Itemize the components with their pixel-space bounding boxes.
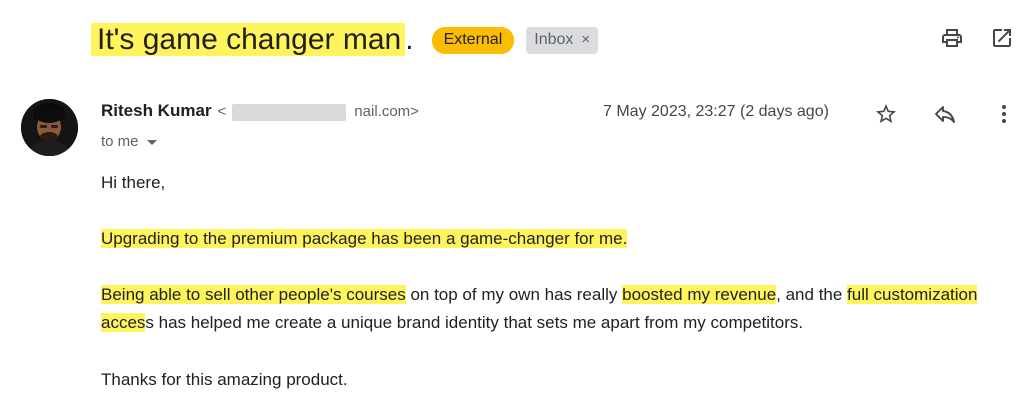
reply-icon[interactable] bbox=[933, 102, 957, 126]
body-greeting: Hi there, bbox=[101, 173, 166, 192]
print-icon[interactable] bbox=[940, 26, 964, 50]
subject-highlight: It's game changer man bbox=[91, 23, 406, 56]
highlight-1: Upgrading to the premium package has bee… bbox=[101, 229, 628, 248]
avatar-image bbox=[21, 99, 78, 156]
more-vert-icon[interactable] bbox=[992, 102, 1016, 126]
to-me-text: to me bbox=[101, 133, 139, 150]
para2-text-1: on top of my own has really bbox=[405, 285, 623, 304]
inbox-label-text: Inbox bbox=[534, 30, 574, 48]
inbox-label[interactable]: Inbox × bbox=[526, 26, 599, 54]
open-in-new-window-icon[interactable] bbox=[990, 26, 1014, 50]
remove-label-icon[interactable]: × bbox=[581, 30, 590, 50]
sender-email-open: < bbox=[217, 103, 227, 120]
sender-email-domain: nail.com> bbox=[354, 103, 419, 120]
para2-text-2: , and the bbox=[776, 285, 848, 304]
body-closing: Thanks for this amazing product. bbox=[101, 370, 348, 389]
subject-row: It's game changer man. External Inbox × bbox=[91, 20, 599, 60]
body-paragraph-1: Upgrading to the premium package has bee… bbox=[101, 225, 1011, 253]
sender-avatar[interactable] bbox=[21, 99, 78, 156]
sender-name[interactable]: Ritesh Kumar bbox=[101, 101, 212, 121]
para2-text-3: s has helped me create a unique brand id… bbox=[145, 313, 804, 332]
sender-row: Ritesh Kumar < nail.com> bbox=[101, 101, 419, 121]
chevron-down-icon bbox=[146, 140, 157, 145]
highlight-3: boosted my revenue bbox=[622, 285, 777, 304]
email-redaction-bar bbox=[231, 104, 346, 121]
thread-actions bbox=[940, 26, 1014, 50]
highlight-2: Being able to sell other people's course… bbox=[101, 285, 406, 304]
message-date: 7 May 2023, 23:27 (2 days ago) bbox=[603, 103, 829, 120]
email-subject: It's game changer man. bbox=[91, 21, 414, 59]
body-paragraph-2: Being able to sell other people's course… bbox=[101, 281, 1011, 337]
sender-email[interactable]: < nail.com> bbox=[217, 103, 419, 121]
recipients-toggle[interactable]: to me bbox=[101, 133, 157, 150]
subject-suffix: . bbox=[405, 23, 414, 56]
message-actions bbox=[874, 102, 1016, 126]
external-label: External bbox=[431, 26, 515, 54]
star-icon[interactable] bbox=[874, 102, 898, 126]
